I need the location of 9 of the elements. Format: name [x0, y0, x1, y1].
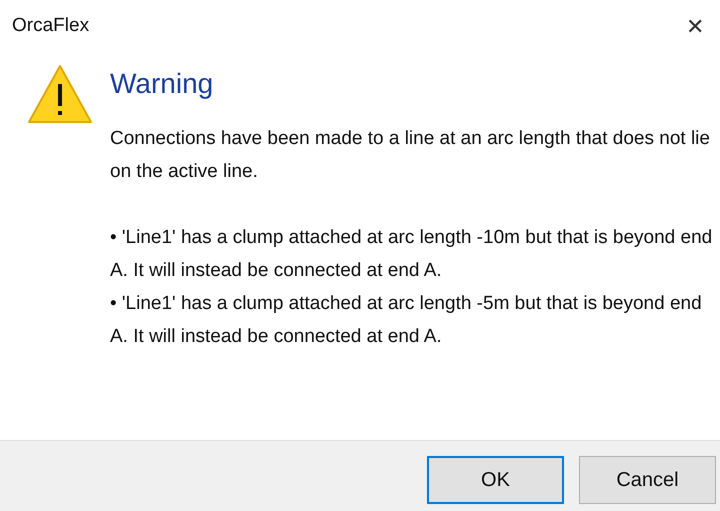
window-title: OrcaFlex	[12, 14, 90, 38]
warning-icon	[27, 64, 93, 124]
dialog-button[interactable]: OK	[427, 456, 564, 504]
warning-message: Connections have been made to a line at an arc length that does not lie on the active line.	[110, 127, 711, 184]
warning-detail: • 'Line1' has a clump attached at arc length -5m but that is beyond end A. It will instead be connected at end A.	[110, 292, 703, 349]
warning-detail: • 'Line1' has a clump attached at arc length -10m but that is beyond end A. It will instead be connected at end A.	[110, 226, 714, 283]
warning-heading: Warning	[110, 67, 214, 101]
close-button[interactable]: ✕	[680, 11, 710, 41]
dialog-button[interactable]: Cancel	[579, 456, 716, 504]
